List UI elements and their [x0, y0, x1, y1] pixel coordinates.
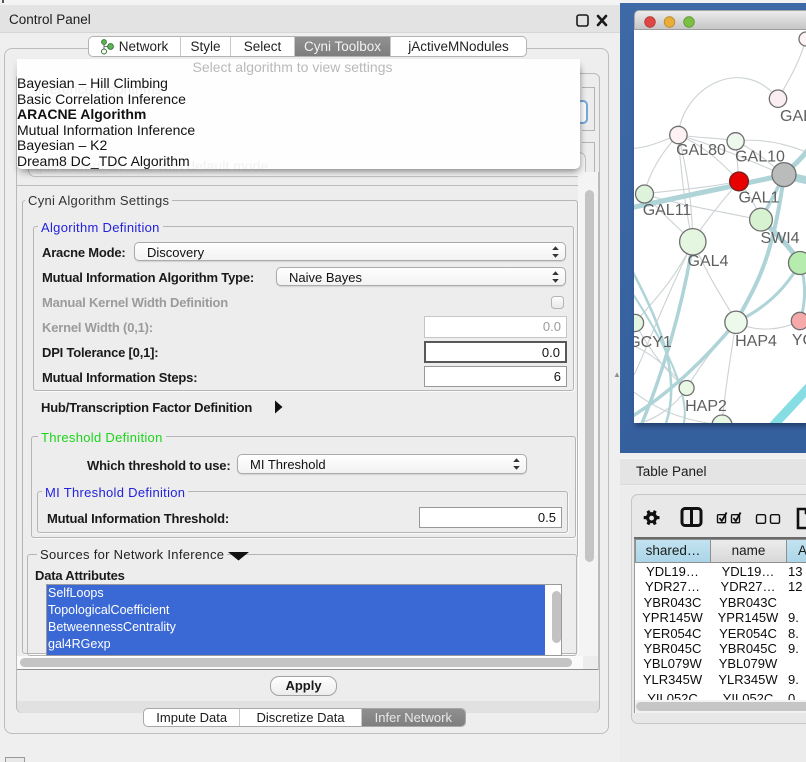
svg-text:GAL7: GAL7 — [780, 108, 806, 125]
svg-text:GAL4: GAL4 — [688, 253, 729, 270]
svg-text:GAL80: GAL80 — [676, 142, 726, 159]
svg-text:SWI4: SWI4 — [760, 230, 799, 247]
svg-text:HAP2: HAP2 — [685, 398, 727, 415]
svg-text:GAL10: GAL10 — [735, 149, 785, 166]
svg-text:GAL11: GAL11 — [643, 202, 692, 219]
svg-text:HAP4: HAP4 — [735, 333, 777, 350]
svg-text:YC: YC — [792, 332, 806, 349]
svg-text:GAL1: GAL1 — [739, 190, 780, 207]
svg-text:GCY1: GCY1 — [634, 334, 672, 351]
